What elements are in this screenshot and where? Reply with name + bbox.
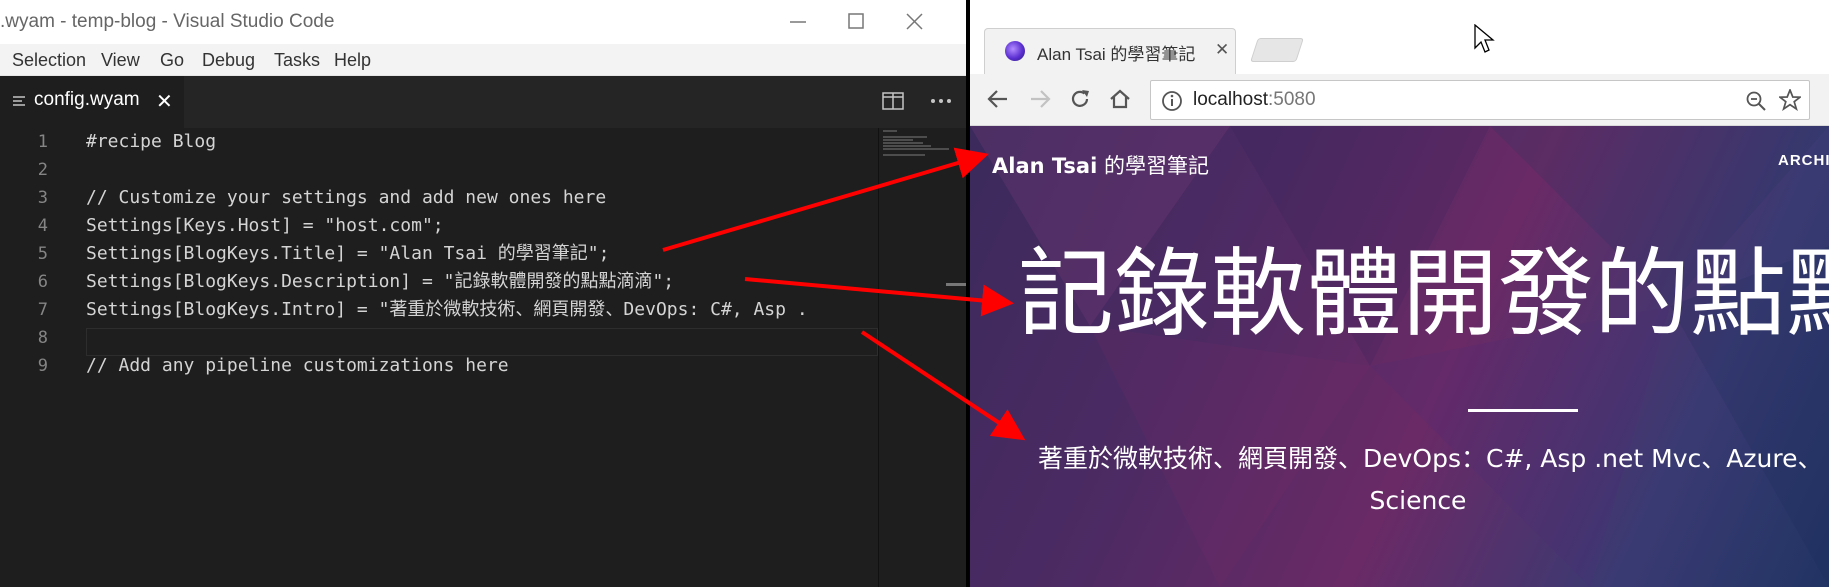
tab-label: config.wyam — [34, 89, 140, 110]
maximize-icon — [848, 13, 864, 29]
browser-tab-title: Alan Tsai 的學習筆記 — [1037, 45, 1196, 64]
site-title-name: Alan Tsai — [992, 154, 1098, 178]
code-text: Settings[BlogKeys.Description] = "記錄軟體開發… — [86, 271, 675, 292]
code-line: 7 Settings[BlogKeys.Intro] = "著重於微軟技術、網頁… — [0, 296, 878, 324]
code-text: #recipe Blog — [86, 131, 217, 152]
line-number: 4 — [37, 216, 48, 236]
home-icon[interactable] — [1108, 87, 1132, 111]
code-line: 2 — [0, 156, 878, 184]
new-tab-button[interactable] — [1250, 38, 1304, 62]
forward-icon[interactable] — [1028, 87, 1052, 111]
lines-icon — [13, 96, 25, 106]
code-text: Settings[BlogKeys.Title] = "Alan Tsai 的學… — [86, 243, 610, 264]
tab-config-wyam[interactable]: config.wyam ✕ — [0, 76, 184, 128]
menu-debug[interactable]: Debug — [202, 50, 255, 71]
menu-go[interactable]: Go — [160, 50, 184, 71]
code-line: 6 Settings[BlogKeys.Description] = "記錄軟體… — [0, 268, 878, 296]
site-title-suffix: 的學習筆記 — [1097, 154, 1209, 178]
url-port: :5080 — [1268, 89, 1316, 110]
info-icon[interactable] — [1161, 90, 1183, 112]
address-bar[interactable]: localhost:5080 — [1150, 80, 1810, 120]
code-line: 5 Settings[BlogKeys.Title] = "Alan Tsai … — [0, 240, 878, 268]
line-number: 7 — [37, 300, 48, 320]
minimize-button[interactable] — [776, 0, 822, 44]
line-number: 5 — [37, 244, 48, 264]
back-icon[interactable] — [986, 87, 1010, 111]
reload-icon[interactable] — [1068, 87, 1092, 111]
line-number: 1 — [37, 132, 48, 152]
chrome-window: Alan Tsai 的學習筆記 ✕ localhost:5080 Alan Ts… — [970, 0, 1829, 587]
minimap-line — [883, 142, 923, 144]
minimap-line — [883, 139, 913, 141]
vscode-window: .wyam - temp-blog - Visual Studio Code S… — [0, 0, 968, 587]
hero-divider — [1468, 409, 1578, 412]
minimap-line — [883, 145, 931, 147]
hero-title: 記錄軟體開發的點點 — [1018, 238, 1829, 350]
blog-page: Alan Tsai 的學習筆記 ARCHIV 記錄軟體開發的點點 著重於微軟技術… — [970, 126, 1829, 587]
minimap-line — [883, 136, 927, 138]
split-editor-icon[interactable] — [882, 90, 904, 112]
mouse-cursor-icon — [1474, 24, 1495, 53]
line-number: 3 — [37, 188, 48, 208]
line-number: 2 — [37, 160, 48, 180]
code-text: // Customize your settings and add new o… — [86, 187, 607, 208]
code-text: // Add any pipeline customizations here — [86, 355, 509, 376]
code-text: Settings[Keys.Host] = "host.com"; — [86, 215, 444, 236]
menu-view[interactable]: View — [101, 50, 140, 71]
chrome-tabstrip: Alan Tsai 的學習筆記 ✕ — [970, 0, 1829, 74]
scrollbar-marker[interactable] — [946, 283, 966, 286]
hero-intro-line: Science — [1369, 486, 1467, 515]
hero-intro: 著重於微軟技術、網頁開發、DevOps：C#, Asp .net Mvc、Azu… — [1038, 438, 1823, 522]
vscode-titlebar: .wyam - temp-blog - Visual Studio Code — [0, 0, 968, 44]
code-line: 1 #recipe Blog — [0, 128, 878, 156]
favicon-icon — [1005, 41, 1025, 61]
minimap-line — [883, 154, 925, 156]
chrome-toolbar: localhost:5080 — [970, 74, 1829, 126]
minimap-line — [883, 148, 949, 150]
hero-intro-line: 著重於微軟技術、網頁開發、DevOps：C#, Asp .net Mvc、Azu… — [1038, 444, 1823, 473]
minimize-icon — [790, 21, 806, 23]
code-line: 8 — [0, 324, 878, 352]
line-number: 6 — [37, 272, 48, 292]
menu-help[interactable]: Help — [334, 50, 371, 71]
tab-close-icon[interactable]: ✕ — [1215, 40, 1229, 60]
menu-tasks[interactable]: Tasks — [274, 50, 320, 71]
window-close-button[interactable] — [892, 0, 938, 44]
browser-tab[interactable]: Alan Tsai 的學習筆記 ✕ — [984, 28, 1236, 74]
code-text: Settings[BlogKeys.Intro] = "著重於微軟技術、網頁開發… — [86, 299, 808, 320]
code-editor[interactable]: 1 #recipe Blog 2 3 // Customize your set… — [0, 128, 878, 587]
line-number: 8 — [37, 328, 48, 348]
window-title: .wyam - temp-blog - Visual Studio Code — [0, 11, 335, 32]
nav-archive-link[interactable]: ARCHIV — [1778, 152, 1829, 169]
minimap-line — [883, 130, 897, 132]
menu-bar: Selection View Go Debug Tasks Help — [0, 44, 968, 76]
code-line: 3 // Customize your settings and add new… — [0, 184, 878, 212]
window-close-icon — [906, 13, 923, 30]
editor-tab-bar: config.wyam ✕ — [0, 76, 968, 128]
maximize-button[interactable] — [834, 0, 880, 44]
code-line: 9 // Add any pipeline customizations her… — [0, 352, 878, 380]
url-host: localhost — [1193, 89, 1268, 110]
site-title[interactable]: Alan Tsai 的學習筆記 — [992, 150, 1209, 180]
star-icon[interactable] — [1779, 89, 1801, 111]
code-line: 4 Settings[Keys.Host] = "host.com"; — [0, 212, 878, 240]
close-icon[interactable]: ✕ — [156, 89, 173, 113]
url-text: localhost:5080 — [1193, 89, 1316, 111]
line-number: 9 — [37, 356, 48, 376]
zoom-icon[interactable] — [1745, 90, 1767, 112]
minimap[interactable] — [878, 128, 968, 587]
more-icon[interactable] — [930, 90, 952, 112]
menu-selection[interactable]: Selection — [12, 50, 86, 71]
